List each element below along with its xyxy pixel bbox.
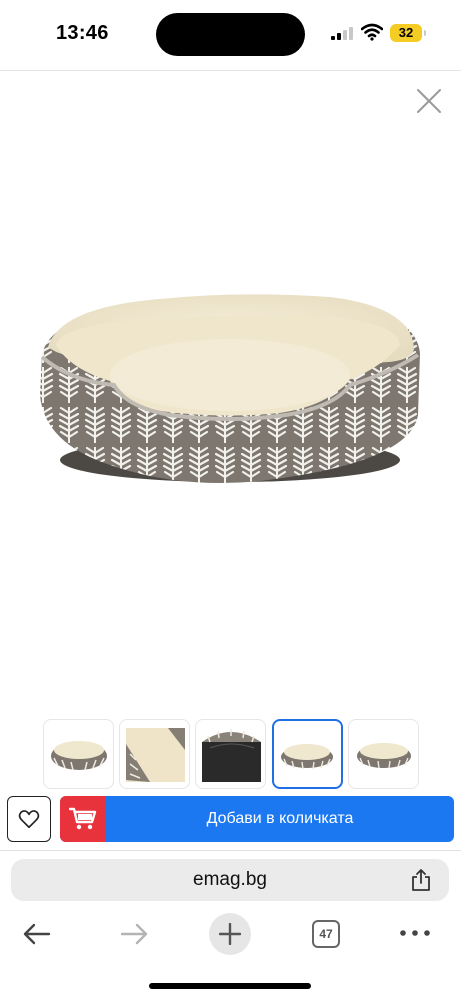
thumbnail-strip	[43, 719, 419, 789]
home-indicator	[149, 983, 311, 989]
status-time: 13:46	[56, 22, 109, 44]
back-arrow-icon[interactable]	[22, 919, 52, 949]
new-tab-button[interactable]	[209, 913, 251, 955]
thumb-bed-front[interactable]	[43, 719, 114, 789]
thumb-bed-side[interactable]	[272, 719, 343, 789]
add-to-cart-label: Добави в количката	[206, 810, 354, 827]
address-text: emag.bg	[193, 869, 267, 890]
favorite-button[interactable]	[7, 796, 51, 842]
cart-badge	[60, 796, 106, 842]
plus-icon	[219, 923, 241, 945]
thumb-bed-angle[interactable]	[348, 719, 419, 789]
close-icon[interactable]	[414, 86, 444, 116]
dog-bed-image	[40, 294, 420, 483]
tabs-icon[interactable]: 47	[312, 920, 340, 948]
top-divider	[0, 70, 461, 71]
cart-icon	[69, 807, 97, 830]
bottom-divider	[0, 850, 461, 851]
dynamic-island	[156, 13, 305, 56]
address-bar[interactable]: emag.bg	[11, 859, 449, 901]
heart-icon	[18, 810, 40, 829]
forward-arrow-icon[interactable]	[119, 919, 149, 949]
battery-icon: 32	[390, 24, 426, 42]
screen: 13:46 32 Добави в количката emag.bg 47	[0, 0, 461, 999]
thumb-bed-bottom[interactable]	[195, 719, 266, 789]
signal-icon	[331, 27, 353, 40]
wifi-icon	[361, 23, 383, 41]
more-icon[interactable]	[399, 926, 431, 940]
thumb-bed-closeup[interactable]	[119, 719, 190, 789]
share-icon[interactable]	[411, 868, 431, 892]
tabs-count: 47	[319, 927, 333, 941]
add-to-cart-button[interactable]: Добави в количката	[60, 796, 454, 842]
status-bar: 13:46 32	[0, 0, 461, 70]
